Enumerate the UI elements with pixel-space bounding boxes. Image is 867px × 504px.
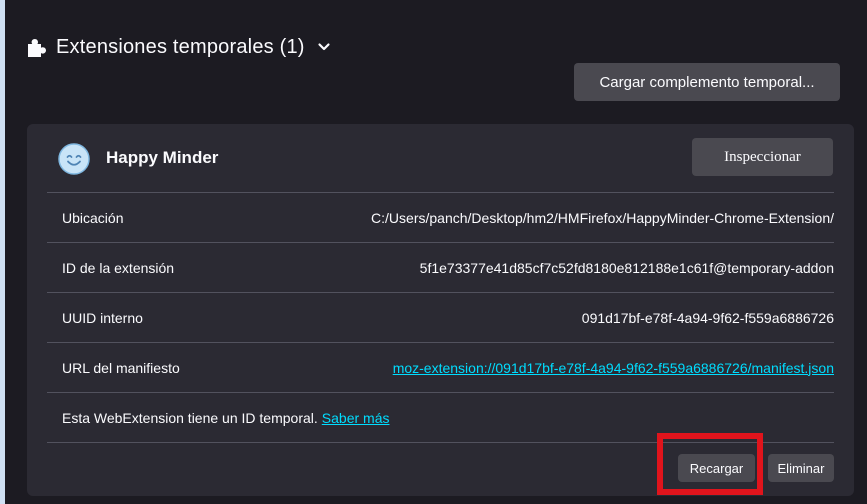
detail-row-location: Ubicación C:/Users/panch/Desktop/hm2/HMF… xyxy=(47,192,834,242)
load-temporary-addon-button[interactable]: Cargar complemento temporal... xyxy=(574,63,840,101)
reload-button[interactable]: Recargar xyxy=(678,454,755,482)
detail-value: C:/Users/panch/Desktop/hm2/HMFirefox/Hap… xyxy=(371,209,834,226)
detail-value: 5f1e73377e41d85cf7c52fd8180e812188e1c61f… xyxy=(419,259,834,276)
temporary-extensions-section-toggle[interactable]: Extensiones temporales (1) xyxy=(26,30,331,64)
extension-name: Happy Minder xyxy=(106,148,219,167)
section-title: Extensiones temporales (1) xyxy=(56,35,305,58)
temporary-id-message: Esta WebExtension tiene un ID temporal. xyxy=(62,409,318,426)
remove-button[interactable]: Eliminar xyxy=(768,454,834,482)
detail-row-internal-uuid: UUID interno 091d17bf-e78f-4a94-9f62-f55… xyxy=(47,292,834,342)
detail-label: ID de la extensión xyxy=(62,259,175,276)
smiling-face-icon xyxy=(58,143,90,175)
extension-card-header: Happy Minder Inspeccionar xyxy=(27,124,854,192)
extension-card: Happy Minder Inspeccionar Ubicación C:/U… xyxy=(27,124,854,496)
detail-label: Ubicación xyxy=(62,209,124,226)
inspect-button[interactable]: Inspeccionar xyxy=(692,138,833,176)
about-debugging-page: Extensiones temporales (1) Cargar comple… xyxy=(0,0,867,504)
detail-row-manifest-url: URL del manifiesto moz-extension://091d1… xyxy=(47,342,834,392)
puzzle-piece-icon xyxy=(26,37,46,57)
learn-more-link[interactable]: Saber más xyxy=(322,410,390,426)
detail-label: UUID interno xyxy=(62,309,143,326)
temporary-id-notice: Esta WebExtension tiene un ID temporal. … xyxy=(47,392,834,442)
window-edge xyxy=(0,0,5,504)
detail-row-extension-id: ID de la extensión 5f1e73377e41d85cf7c52… xyxy=(47,242,834,292)
detail-value: 091d17bf-e78f-4a94-9f62-f559a6886726 xyxy=(581,309,834,326)
manifest-url-link[interactable]: moz-extension://091d17bf-e78f-4a94-9f62-… xyxy=(393,360,834,376)
detail-label: URL del manifiesto xyxy=(62,359,180,376)
footer-divider xyxy=(47,442,834,443)
chevron-down-icon xyxy=(317,40,331,54)
